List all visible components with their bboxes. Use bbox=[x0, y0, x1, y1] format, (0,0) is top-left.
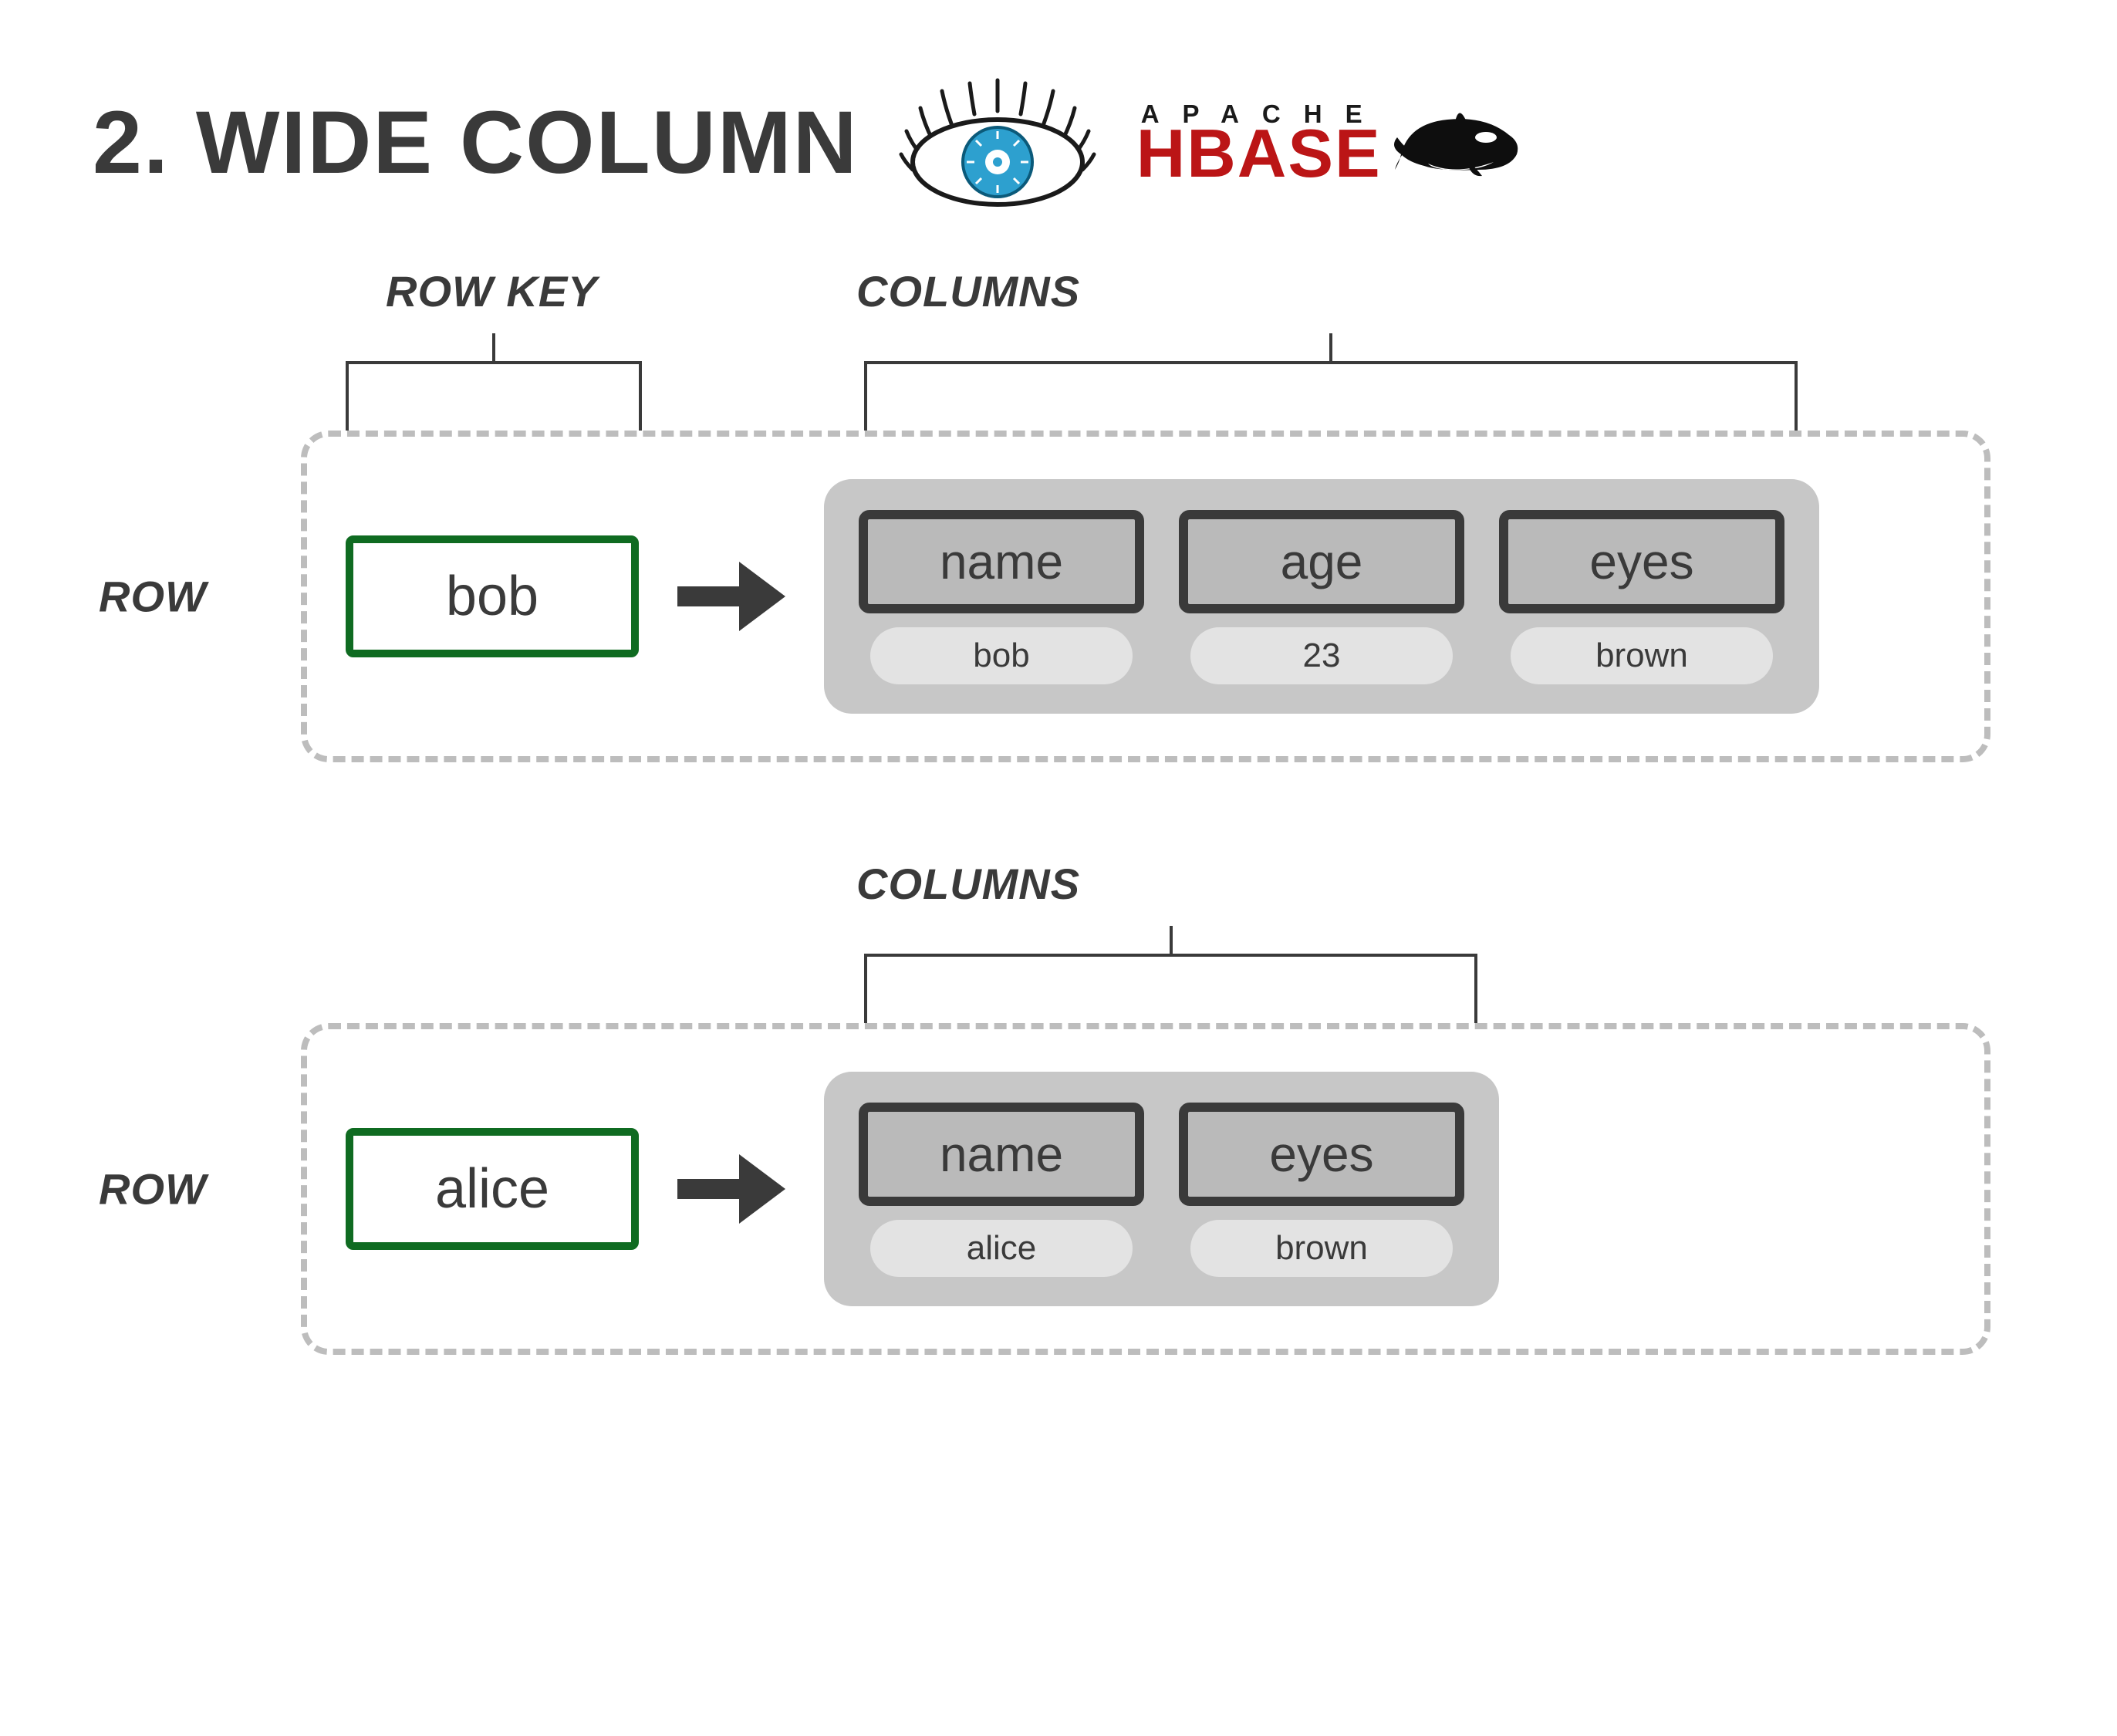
column-name: eyes bbox=[1499, 510, 1784, 613]
column-value: brown bbox=[1190, 1220, 1453, 1277]
diagram-area: ROW KEYCOLUMNSROWbobnamebobage23eyesbrow… bbox=[93, 262, 2024, 1355]
columns-container: name bobage 23 eyes brown bbox=[824, 479, 1819, 714]
row-side-label: ROW bbox=[99, 1164, 207, 1214]
columns-label: COLUMNS bbox=[856, 859, 1080, 909]
columns-bracket bbox=[864, 954, 1477, 1023]
column-item: name alice bbox=[859, 1103, 1144, 1277]
column-name: eyes bbox=[1179, 1103, 1464, 1206]
columns-container: name alice eyes brown bbox=[824, 1072, 1499, 1306]
columns-bracket bbox=[864, 361, 1798, 431]
page-title: 2. WIDE COLUMN bbox=[93, 92, 859, 194]
row-container: ROWbobnamebobage23eyesbrown bbox=[301, 431, 1990, 762]
brackets-line bbox=[93, 923, 2024, 1023]
row-group: COLUMNS ROW alice name alice eyes brown bbox=[93, 855, 2024, 1355]
column-value: bob bbox=[870, 627, 1133, 684]
column-value: brown bbox=[1511, 627, 1773, 684]
labels-line: ROW KEY COLUMNS bbox=[93, 262, 2024, 316]
row-key-bracket bbox=[346, 361, 642, 431]
labels-line: COLUMNS bbox=[93, 855, 2024, 909]
column-name: name bbox=[859, 1103, 1144, 1206]
hbase-text: APACHE HBASE bbox=[1136, 103, 1386, 183]
hbase-logo: APACHE HBASE bbox=[1136, 100, 1524, 185]
column-value: alice bbox=[870, 1220, 1133, 1277]
column-item: eyes brown bbox=[1499, 510, 1784, 684]
row-key-box: alice bbox=[346, 1128, 639, 1250]
column-item: age 23 bbox=[1179, 510, 1464, 684]
row-side-label: ROW bbox=[99, 572, 207, 622]
column-value: 23 bbox=[1190, 627, 1453, 684]
cassandra-eye-logo-icon bbox=[897, 77, 1098, 208]
title-row: 2. WIDE COLUMN bbox=[93, 77, 2024, 208]
arrow-right-icon bbox=[677, 1162, 785, 1216]
column-name: name bbox=[859, 510, 1144, 613]
row-group: ROW KEYCOLUMNSROWbobnamebobage23eyesbrow… bbox=[93, 262, 2024, 762]
row-key-box: bob bbox=[346, 535, 639, 657]
hbase-name-label: HBASE bbox=[1136, 125, 1386, 183]
row-container: ROWalicenamealiceeyesbrown bbox=[301, 1023, 1990, 1355]
column-name: age bbox=[1179, 510, 1464, 613]
column-item: name bob bbox=[859, 510, 1144, 684]
arrow-right-icon bbox=[677, 569, 785, 623]
brackets-line bbox=[93, 330, 2024, 431]
orca-icon bbox=[1393, 100, 1524, 185]
columns-label: COLUMNS bbox=[856, 266, 1080, 316]
column-item: eyes brown bbox=[1179, 1103, 1464, 1277]
row-key-label: ROW KEY bbox=[386, 266, 598, 316]
